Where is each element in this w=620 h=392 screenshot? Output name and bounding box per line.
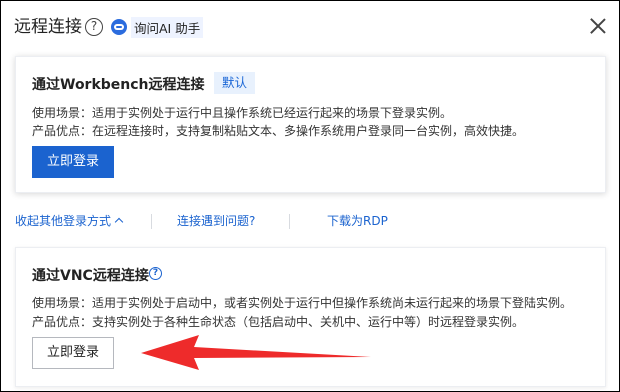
link-divider xyxy=(151,214,152,229)
workbench-card-title: 通过Workbench远程连接 xyxy=(32,77,205,93)
help-icon[interactable]: ? xyxy=(85,18,103,36)
login-options-links: 收起其他登录方式 连接遇到问题? 下载为RDP xyxy=(15,209,606,233)
ai-assistant-icon xyxy=(111,19,127,35)
workbench-login-button[interactable]: 立即登录 xyxy=(32,146,114,178)
remote-connection-dialog: 远程连接 ? 询问AI 助手 通过Workbench远程连接 默认 使用场景：适… xyxy=(0,0,620,392)
vnc-login-button[interactable]: 立即登录 xyxy=(32,337,114,369)
vnc-connection-card: 通过VNC远程连接 ? 使用场景：适用于实例处于启动中，或者实例处于运行中但操作… xyxy=(15,247,606,387)
link-divider xyxy=(289,214,290,229)
connection-problem-link[interactable]: 连接遇到问题? xyxy=(177,209,255,233)
default-badge: 默认 xyxy=(214,72,256,94)
dialog-title: 远程连接 xyxy=(14,17,82,37)
download-rdp-link[interactable]: 下载为RDP xyxy=(327,209,388,233)
workbench-usage-text: 使用场景：适用于实例处于运行中且操作系统已经运行起来的场景下登录实例。 xyxy=(32,106,453,120)
collapse-other-methods-link[interactable]: 收起其他登录方式 xyxy=(15,209,124,233)
ask-ai-label: 询问AI 助手 xyxy=(131,16,204,38)
dialog-header: 远程连接 ? 询问AI 助手 xyxy=(1,1,619,53)
vnc-advantage-text: 产品优点：支持实例处于各种生命状态（包括启动中、关机中、运行中等）时远程登录实例… xyxy=(32,315,525,329)
vnc-help-icon[interactable]: ? xyxy=(149,267,162,280)
vnc-usage-text: 使用场景：适用于实例处于启动中，或者实例处于运行中但操作系统尚未运行起来的场景下… xyxy=(32,296,573,310)
ask-ai-assistant[interactable]: 询问AI 助手 xyxy=(111,16,204,38)
collapse-other-methods-label: 收起其他登录方式 xyxy=(15,214,112,228)
workbench-advantage-text: 产品优点：在远程连接时，支持复制粘贴文本、多操作系统用户登录同一台实例，高效快捷… xyxy=(32,124,525,138)
close-icon[interactable] xyxy=(587,15,609,37)
workbench-connection-card: 通过Workbench远程连接 默认 使用场景：适用于实例处于运行中且操作系统已… xyxy=(15,56,606,193)
vnc-card-title: 通过VNC远程连接 xyxy=(32,268,149,284)
chevron-up-icon xyxy=(114,217,124,227)
